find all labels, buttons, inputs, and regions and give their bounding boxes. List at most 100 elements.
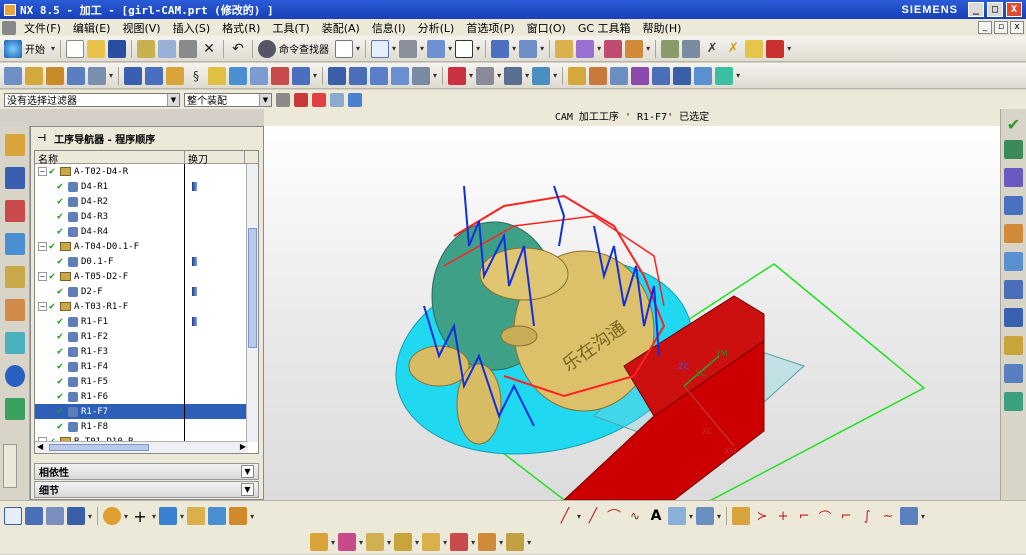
regenerate-icon[interactable] — [1004, 168, 1023, 187]
save-icon[interactable] — [108, 39, 127, 58]
operation-navigator-icon[interactable] — [5, 233, 25, 255]
tool-path-icon[interactable] — [1004, 224, 1023, 243]
operation-row[interactable]: ✔ R1-F3 — [35, 344, 258, 359]
color-palette-icon[interactable] — [103, 507, 122, 525]
reuse-library-icon[interactable] — [5, 299, 25, 321]
operation-row[interactable]: ✔ D4-R3 — [35, 209, 258, 224]
machine-navigator-icon[interactable] — [5, 266, 25, 288]
operation-row[interactable]: ✔ R1-F8 — [35, 419, 258, 434]
menu-information[interactable]: 信息(I) — [366, 20, 412, 36]
tools-icon[interactable]: ✗ — [703, 40, 721, 58]
measure-icon[interactable] — [625, 39, 644, 58]
program-group-row[interactable]: − ✔ A-T05-D2-F — [35, 269, 258, 284]
collapse-icon[interactable]: − — [38, 242, 47, 251]
shop-doc-icon[interactable] — [292, 66, 311, 85]
bridge-icon[interactable]: ∼ — [879, 507, 897, 525]
offset-icon[interactable] — [696, 507, 715, 525]
chevron-down-icon[interactable]: ▼ — [259, 93, 271, 106]
layer-icon[interactable] — [715, 66, 734, 85]
feature-7-icon[interactable] — [478, 533, 497, 551]
delete-icon[interactable]: ✕ — [200, 40, 218, 58]
feature-5-icon[interactable] — [422, 533, 441, 551]
component-select-icon[interactable] — [46, 507, 64, 525]
method-view-icon[interactable]: § — [187, 67, 205, 85]
horizontal-scrollbar[interactable]: ◀ ▶ — [35, 441, 248, 453]
start-icon[interactable] — [4, 39, 22, 58]
verify-icon[interactable] — [229, 66, 248, 85]
select-body-icon[interactable] — [330, 92, 344, 107]
solid-icon[interactable] — [187, 507, 206, 525]
transform-icon[interactable] — [448, 66, 467, 85]
menu-window[interactable]: 窗口(O) — [521, 20, 572, 36]
sheet-icon[interactable] — [208, 507, 227, 525]
mdi-restore-button[interactable]: ▫ — [994, 21, 1008, 34]
copy-icon[interactable] — [158, 39, 177, 58]
menu-format[interactable]: 格式(R) — [216, 20, 266, 36]
assembly-select-icon[interactable] — [25, 507, 43, 525]
menu-assembly[interactable]: 装配(A) — [316, 20, 366, 36]
text-icon[interactable]: A — [647, 507, 665, 525]
open-folder-icon[interactable] — [87, 39, 106, 58]
clock-icon[interactable] — [1004, 364, 1023, 383]
create-geometry-icon[interactable] — [46, 66, 64, 85]
extend-icon[interactable]: ≻ — [753, 507, 771, 525]
constraint-navigator-icon[interactable] — [5, 167, 25, 189]
simulation-icon[interactable] — [1004, 252, 1023, 271]
postprocess-icon[interactable] — [271, 66, 290, 85]
feature-6-icon[interactable] — [450, 533, 469, 551]
chevron-down-icon[interactable]: ▼ — [167, 93, 179, 106]
operation-row[interactable]: ✔ R1-F4 — [35, 359, 258, 374]
check-icon[interactable]: ✔ — [1004, 115, 1023, 134]
select-all-icon[interactable] — [4, 507, 22, 525]
minimize-button[interactable]: _ — [968, 2, 984, 17]
feature-8-icon[interactable] — [506, 533, 525, 551]
render-style-icon[interactable] — [399, 39, 418, 58]
graphics-window[interactable]: 乐在沟通 YM YC ZC XC XM — [264, 126, 1000, 547]
shape-icon[interactable] — [766, 39, 785, 58]
line2-icon[interactable]: ╱ — [584, 507, 602, 525]
close-button[interactable]: X — [1006, 2, 1022, 17]
hscroll-thumb[interactable] — [49, 444, 149, 451]
feature-2-icon[interactable] — [338, 533, 357, 551]
mdi-minimize-button[interactable]: _ — [978, 21, 992, 34]
edit-object-icon[interactable] — [328, 66, 347, 85]
verify-all-icon[interactable] — [1004, 140, 1023, 159]
corner-icon[interactable]: ⌐ — [795, 507, 813, 525]
feature-4-icon[interactable] — [394, 533, 413, 551]
program-group-row[interactable]: − ✔ A-T03-R1-F — [35, 299, 258, 314]
operation-row[interactable]: ✔ R1-F7 — [35, 404, 258, 419]
path-icon[interactable] — [610, 66, 629, 85]
snap-point-icon[interactable] — [294, 92, 308, 107]
new-file-icon[interactable] — [66, 39, 85, 58]
component-icon[interactable] — [682, 39, 701, 58]
constraint-icon[interactable] — [900, 507, 919, 525]
shaded-icon[interactable] — [427, 39, 446, 58]
selection-filter-select[interactable]: 没有选择过滤器 ▼ — [4, 92, 180, 107]
cut-icon[interactable] — [137, 39, 156, 58]
snap-end-icon[interactable] — [312, 92, 326, 107]
operation-row[interactable]: ✔ D4-R4 — [35, 224, 258, 239]
wrench-icon[interactable]: ✗ — [724, 40, 742, 58]
list-icon[interactable] — [532, 66, 551, 85]
paste-object-icon[interactable] — [391, 66, 410, 85]
layout-icon[interactable] — [335, 39, 354, 58]
roles-icon[interactable] — [5, 332, 25, 354]
program-view-icon[interactable] — [124, 66, 143, 85]
command-finder-button[interactable]: 命令查找器 — [279, 41, 329, 56]
collapse-icon[interactable]: − — [38, 302, 47, 311]
create-program-icon[interactable] — [4, 66, 22, 85]
output-icon[interactable] — [694, 66, 713, 85]
machine-icon[interactable] — [1004, 336, 1023, 355]
line-icon[interactable]: ╱ — [556, 507, 574, 525]
window-menu-icon[interactable] — [2, 20, 16, 35]
trim-icon[interactable] — [732, 507, 751, 525]
output-cls-icon[interactable] — [1004, 392, 1023, 411]
background-icon[interactable] — [455, 39, 474, 58]
column-tool-change[interactable]: 换刀 — [185, 151, 245, 166]
fillet-icon[interactable]: ⌒ — [816, 507, 834, 526]
select-face-icon[interactable] — [348, 92, 362, 107]
pattern-icon[interactable] — [668, 507, 687, 525]
replay-icon[interactable] — [1004, 196, 1023, 215]
program-group-row[interactable]: − ✔ A-T02-D4-R — [35, 164, 258, 179]
feed-icon[interactable] — [568, 66, 587, 85]
